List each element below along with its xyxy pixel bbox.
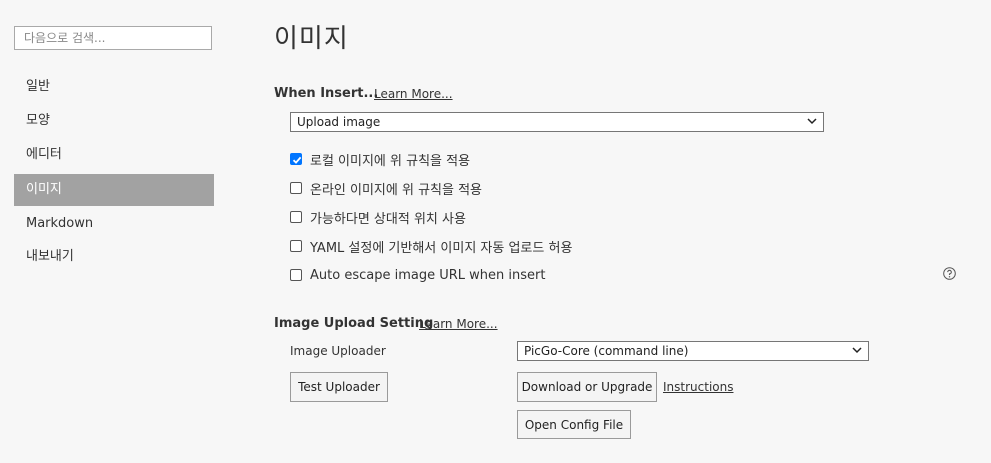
sidebar-item-editor[interactable]: 에디터 [14,139,214,171]
option-label: YAML 설정에 기반해서 이미지 자동 업로드 허용 [310,240,573,256]
option-label: 온라인 이미지에 위 규칙을 적용 [310,182,483,198]
when-insert-select[interactable]: Upload image [290,112,824,132]
option-apply-online[interactable]: 온라인 이미지에 위 규칙을 적용 [290,179,483,198]
check-icon [292,156,302,164]
uploader-select-value: PicGo-Core (command line) [524,344,689,358]
sidebar-item-general[interactable]: 일반 [14,71,214,103]
option-yaml-auto-upload[interactable]: YAML 설정에 기반해서 이미지 자동 업로드 허용 [290,237,573,256]
uploader-select[interactable]: PicGo-Core (command line) [517,341,869,361]
checkbox-relative-path[interactable] [290,211,302,223]
instructions-link[interactable]: Instructions [663,380,733,394]
checkbox-auto-escape-url[interactable] [290,269,302,281]
sidebar-item-export[interactable]: 내보내기 [14,241,214,273]
option-apply-local[interactable]: 로컬 이미지에 위 규칙을 적용 [290,150,471,169]
chevron-down-icon [807,118,817,125]
test-uploader-button[interactable]: Test Uploader [290,372,388,402]
page-title: 이미지 [274,24,349,54]
when-insert-learn-more-link[interactable]: Learn More... [374,87,453,101]
chevron-down-icon [852,347,862,354]
sidebar-item-image[interactable]: 이미지 [14,174,214,206]
checkbox-apply-local[interactable] [290,153,302,165]
option-label: 로컬 이미지에 위 규칙을 적용 [310,153,471,169]
download-upgrade-button[interactable]: Download or Upgrade [517,372,657,402]
checkbox-apply-online[interactable] [290,182,302,194]
sidebar-item-appearance[interactable]: 모양 [14,105,214,137]
when-insert-select-value: Upload image [297,115,381,129]
option-label: Auto escape image URL when insert [310,267,546,283]
help-icon[interactable] [943,267,956,280]
option-relative-path[interactable]: 가능하다면 상대적 위치 사용 [290,208,466,227]
checkbox-yaml-auto-upload[interactable] [290,240,302,252]
sidebar-item-markdown[interactable]: Markdown [14,208,214,240]
upload-setting-heading: Image Upload Setting [274,316,434,331]
when-insert-heading: When Insert... [274,86,379,101]
uploader-label: Image Uploader [290,344,386,358]
upload-learn-more-link[interactable]: Learn More... [419,317,498,331]
option-label: 가능하다면 상대적 위치 사용 [310,211,466,227]
open-config-file-button[interactable]: Open Config File [517,410,631,439]
search-input[interactable]: 다음으로 검색... [14,26,212,50]
option-auto-escape-url[interactable]: Auto escape image URL when insert [290,266,545,284]
